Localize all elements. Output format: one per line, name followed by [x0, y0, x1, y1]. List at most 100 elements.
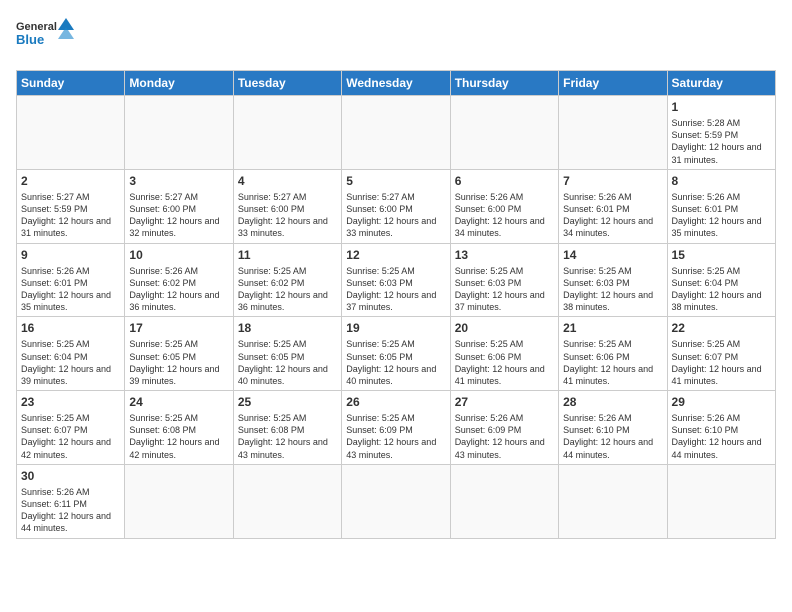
calendar-cell: 2Sunrise: 5:27 AMSunset: 5:59 PMDaylight… [17, 169, 125, 243]
day-info: Sunrise: 5:26 AMSunset: 6:09 PMDaylight:… [455, 412, 554, 461]
day-info: Sunrise: 5:26 AMSunset: 6:01 PMDaylight:… [672, 191, 771, 240]
day-info: Sunrise: 5:25 AMSunset: 6:03 PMDaylight:… [563, 265, 662, 314]
calendar-cell: 16 Sunrise: 5:25 AMSunset: 6:04 PMDayligh… [17, 317, 125, 391]
calendar-cell: 8 Sunrise: 5:26 AMSunset: 6:01 PMDaylight… [667, 169, 775, 243]
day-number: 21 [563, 320, 662, 336]
day-number: 12 [346, 247, 445, 263]
calendar-cell: 17 Sunrise: 5:25 AMSunset: 6:05 PMDayligh… [125, 317, 233, 391]
day-info: Sunrise: 5:26 AMSunset: 6:01 PMDaylight:… [21, 265, 120, 314]
day-info: Sunrise: 5:25 AMSunset: 6:08 PMDaylight:… [238, 412, 337, 461]
calendar-cell: 22 Sunrise: 5:25 AMSunset: 6:07 PMDayligh… [667, 317, 775, 391]
day-number: 30 [21, 468, 120, 484]
day-number: 19 [346, 320, 445, 336]
day-number: 3 [129, 173, 228, 189]
calendar-cell [17, 96, 125, 170]
day-info: Sunrise: 5:25 AMSunset: 6:04 PMDaylight:… [21, 338, 120, 387]
day-info: Sunrise: 5:25 AMSunset: 6:05 PMDaylight:… [129, 338, 228, 387]
calendar-week-4: 23Sunrise: 5:25 AMSunset: 6:07 PMDayligh… [17, 391, 776, 465]
day-info: Sunrise: 5:25 AMSunset: 6:09 PMDaylight:… [346, 412, 445, 461]
weekday-header-saturday: Saturday [667, 71, 775, 96]
day-info: Sunrise: 5:25 AMSunset: 6:02 PMDaylight:… [238, 265, 337, 314]
day-info: Sunrise: 5:25 AMSunset: 6:03 PMDaylight:… [455, 265, 554, 314]
calendar-cell: 19 Sunrise: 5:25 AMSunset: 6:05 PMDayligh… [342, 317, 450, 391]
calendar-cell: 28Sunrise: 5:26 AMSunset: 6:10 PMDayligh… [559, 391, 667, 465]
day-number: 20 [455, 320, 554, 336]
day-info: Sunrise: 5:26 AMSunset: 6:02 PMDaylight:… [129, 265, 228, 314]
calendar-cell [233, 464, 341, 538]
day-info: Sunrise: 5:27 AMSunset: 6:00 PMDaylight:… [238, 191, 337, 240]
day-info: Sunrise: 5:26 AMSunset: 6:10 PMDaylight:… [672, 412, 771, 461]
calendar-cell [342, 464, 450, 538]
day-number: 14 [563, 247, 662, 263]
day-info: Sunrise: 5:25 AMSunset: 6:08 PMDaylight:… [129, 412, 228, 461]
day-number: 8 [672, 173, 771, 189]
day-number: 10 [129, 247, 228, 263]
day-info: Sunrise: 5:26 AMSunset: 6:10 PMDaylight:… [563, 412, 662, 461]
calendar-header: SundayMondayTuesdayWednesdayThursdayFrid… [17, 71, 776, 96]
calendar-cell: 26 Sunrise: 5:25 AMSunset: 6:09 PMDayligh… [342, 391, 450, 465]
calendar-week-2: 9 Sunrise: 5:26 AMSunset: 6:01 PMDaylight… [17, 243, 776, 317]
day-number: 9 [21, 247, 120, 263]
logo-svg: General Blue [16, 16, 76, 58]
day-number: 7 [563, 173, 662, 189]
day-info: Sunrise: 5:25 AMSunset: 6:05 PMDaylight:… [346, 338, 445, 387]
day-number: 15 [672, 247, 771, 263]
calendar-cell: 10 Sunrise: 5:26 AMSunset: 6:02 PMDayligh… [125, 243, 233, 317]
calendar-cell: 5Sunrise: 5:27 AMSunset: 6:00 PMDaylight… [342, 169, 450, 243]
calendar-cell [125, 464, 233, 538]
day-number: 24 [129, 394, 228, 410]
day-number: 2 [21, 173, 120, 189]
calendar-cell: 12Sunrise: 5:25 AMSunset: 6:03 PMDayligh… [342, 243, 450, 317]
calendar-cell: 6 Sunrise: 5:26 AMSunset: 6:00 PMDaylight… [450, 169, 558, 243]
day-info: Sunrise: 5:26 AMSunset: 6:01 PMDaylight:… [563, 191, 662, 240]
calendar-cell [559, 464, 667, 538]
weekday-header-friday: Friday [559, 71, 667, 96]
svg-text:Blue: Blue [16, 32, 44, 47]
weekday-header-tuesday: Tuesday [233, 71, 341, 96]
calendar-cell [559, 96, 667, 170]
day-number: 22 [672, 320, 771, 336]
day-number: 16 [21, 320, 120, 336]
day-number: 6 [455, 173, 554, 189]
day-info: Sunrise: 5:27 AMSunset: 6:00 PMDaylight:… [346, 191, 445, 240]
calendar-cell: 30Sunrise: 5:26 AMSunset: 6:11 PMDayligh… [17, 464, 125, 538]
calendar-cell: 11 Sunrise: 5:25 AMSunset: 6:02 PMDayligh… [233, 243, 341, 317]
calendar-cell: 3 Sunrise: 5:27 AMSunset: 6:00 PMDaylight… [125, 169, 233, 243]
weekday-header-thursday: Thursday [450, 71, 558, 96]
calendar-cell: 7 Sunrise: 5:26 AMSunset: 6:01 PMDaylight… [559, 169, 667, 243]
day-number: 17 [129, 320, 228, 336]
day-info: Sunrise: 5:28 AMSunset: 5:59 PMDaylight:… [672, 117, 771, 166]
day-info: Sunrise: 5:25 AMSunset: 6:05 PMDaylight:… [238, 338, 337, 387]
calendar-cell [450, 464, 558, 538]
day-info: Sunrise: 5:25 AMSunset: 6:07 PMDaylight:… [672, 338, 771, 387]
calendar-week-1: 2Sunrise: 5:27 AMSunset: 5:59 PMDaylight… [17, 169, 776, 243]
calendar-cell [125, 96, 233, 170]
day-number: 23 [21, 394, 120, 410]
logo: General Blue [16, 16, 76, 58]
calendar-cell: 18Sunrise: 5:25 AMSunset: 6:05 PMDayligh… [233, 317, 341, 391]
calendar-cell [233, 96, 341, 170]
calendar-cell: 23Sunrise: 5:25 AMSunset: 6:07 PMDayligh… [17, 391, 125, 465]
day-info: Sunrise: 5:26 AMSunset: 6:00 PMDaylight:… [455, 191, 554, 240]
calendar-cell: 24 Sunrise: 5:25 AMSunset: 6:08 PMDayligh… [125, 391, 233, 465]
day-number: 1 [672, 99, 771, 115]
day-number: 11 [238, 247, 337, 263]
weekday-header-sunday: Sunday [17, 71, 125, 96]
day-info: Sunrise: 5:25 AMSunset: 6:04 PMDaylight:… [672, 265, 771, 314]
weekday-header-monday: Monday [125, 71, 233, 96]
calendar-week-5: 30Sunrise: 5:26 AMSunset: 6:11 PMDayligh… [17, 464, 776, 538]
calendar-cell: 1 Sunrise: 5:28 AMSunset: 5:59 PMDaylight… [667, 96, 775, 170]
day-info: Sunrise: 5:25 AMSunset: 6:06 PMDaylight:… [455, 338, 554, 387]
day-info: Sunrise: 5:27 AMSunset: 6:00 PMDaylight:… [129, 191, 228, 240]
calendar-cell: 13Sunrise: 5:25 AMSunset: 6:03 PMDayligh… [450, 243, 558, 317]
calendar-cell: 27 Sunrise: 5:26 AMSunset: 6:09 PMDayligh… [450, 391, 558, 465]
day-number: 25 [238, 394, 337, 410]
calendar-cell [450, 96, 558, 170]
calendar-cell: 20 Sunrise: 5:25 AMSunset: 6:06 PMDayligh… [450, 317, 558, 391]
day-info: Sunrise: 5:25 AMSunset: 6:06 PMDaylight:… [563, 338, 662, 387]
day-number: 27 [455, 394, 554, 410]
day-number: 26 [346, 394, 445, 410]
calendar-cell [342, 96, 450, 170]
calendar-cell: 9 Sunrise: 5:26 AMSunset: 6:01 PMDaylight… [17, 243, 125, 317]
calendar-cell [667, 464, 775, 538]
